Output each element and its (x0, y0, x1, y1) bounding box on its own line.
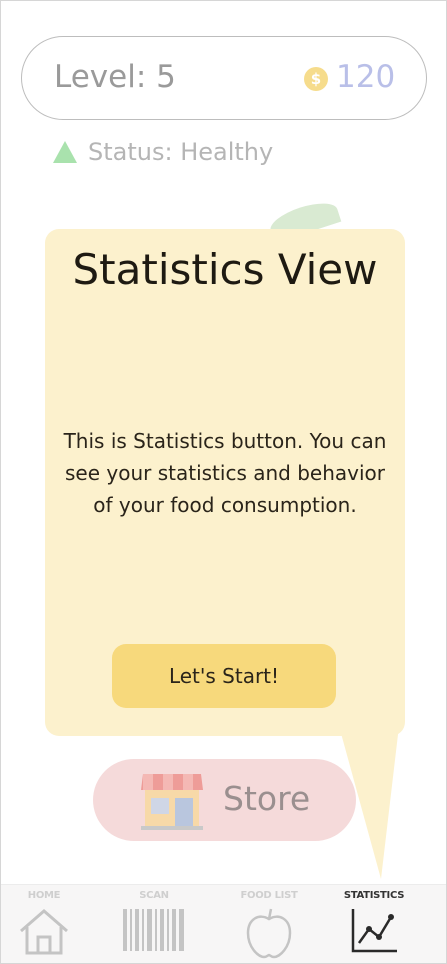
nav-item-home[interactable]: HOME (1, 885, 94, 963)
triangle-up-icon (53, 141, 77, 163)
coin-icon: $ (304, 67, 328, 91)
chart-line-icon (351, 909, 397, 953)
nav-item-statistics[interactable]: STATISTICS (324, 885, 424, 963)
tooltip-title: Statistics View (72, 245, 378, 294)
lets-start-button[interactable]: Let's Start! (112, 644, 336, 708)
bottom-nav: HOME SCAN FOOD LIST STATISTICS (1, 884, 446, 963)
tooltip-description: This is Statistics button. You can see y… (63, 429, 387, 517)
store-button[interactable]: Store (93, 759, 356, 841)
store-icon (141, 774, 203, 830)
barcode-icon (123, 909, 184, 951)
nav-label-statistics: STATISTICS (343, 890, 405, 901)
nav-label-home: HOME (27, 890, 61, 901)
level-pill: Level: 5 $ 120 (21, 36, 427, 120)
coins-count: 120 (336, 59, 396, 95)
nav-label-scan: SCAN (139, 890, 169, 901)
tooltip-bubble: Statistics View This is Statistics butto… (45, 229, 405, 736)
status-label: Status: Healthy (88, 138, 274, 166)
nav-item-food-list[interactable]: FOOD LIST (219, 885, 319, 963)
home-icon (20, 909, 68, 955)
app-screen: Level: 5 $ 120 Status: Healthy Statistic… (0, 0, 447, 964)
nav-label-food-list: FOOD LIST (240, 890, 298, 901)
apple-icon (246, 908, 292, 959)
nav-item-scan[interactable]: SCAN (104, 885, 204, 963)
status-row: Status: Healthy (53, 136, 273, 168)
store-label: Store (223, 779, 311, 818)
level-label: Level: 5 (54, 59, 176, 95)
